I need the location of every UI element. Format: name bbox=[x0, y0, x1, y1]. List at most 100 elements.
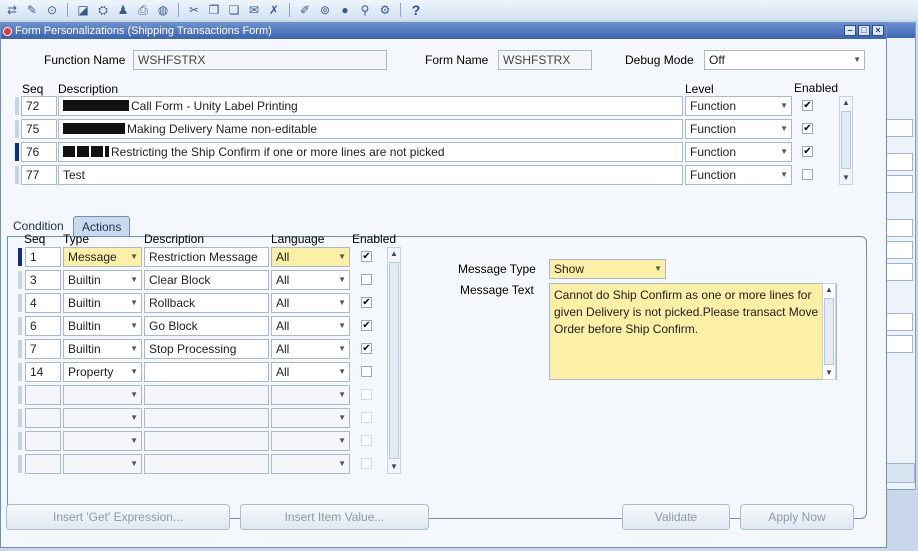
zoom-icon[interactable]: ⊚ bbox=[317, 3, 333, 17]
action-seq[interactable] bbox=[25, 454, 61, 474]
action-type-select[interactable]: Builtin ▼ bbox=[63, 270, 142, 290]
rule-seq[interactable]: 72 bbox=[21, 96, 57, 116]
edit-field-icon[interactable]: ✐ bbox=[297, 3, 313, 17]
action-seq[interactable]: 6 bbox=[25, 316, 61, 336]
close-form-icon[interactable]: ◍ bbox=[155, 3, 171, 17]
rule-level-select[interactable]: Function ▼ bbox=[685, 142, 792, 162]
find-icon[interactable]: ✎ bbox=[24, 3, 40, 17]
cut-icon[interactable]: ✂ bbox=[186, 3, 202, 17]
rule-description[interactable]: Call Form - Unity Label Printing bbox=[58, 96, 683, 116]
message-text-area[interactable]: Cannot do Ship Confirm as one or more li… bbox=[549, 283, 837, 380]
apply-now-button[interactable]: Apply Now bbox=[740, 504, 854, 530]
row-indicator[interactable] bbox=[18, 386, 22, 404]
message-type-select[interactable]: Show ▼ bbox=[549, 259, 666, 279]
form-name-field[interactable]: WSHFSTRX bbox=[498, 50, 592, 70]
action-description[interactable]: Go Block bbox=[144, 316, 269, 336]
action-enabled-checkbox[interactable]: ✔ bbox=[361, 297, 372, 308]
rule-seq[interactable]: 76 bbox=[21, 142, 57, 162]
actions-scrollbar[interactable]: ▲ ▼ bbox=[387, 247, 401, 474]
action-type-select[interactable]: Message ▼ bbox=[63, 247, 142, 267]
action-language-select[interactable]: All ▼ bbox=[271, 247, 350, 267]
action-enabled-checkbox[interactable] bbox=[361, 435, 372, 446]
action-type-select[interactable]: ▼ bbox=[63, 408, 142, 428]
new-record-icon[interactable]: ✉ bbox=[246, 3, 262, 17]
rule-enabled-checkbox[interactable]: ✔ bbox=[802, 146, 813, 157]
current-row-indicator[interactable] bbox=[18, 248, 22, 266]
rules-scrollbar[interactable]: ▲ ▼ bbox=[839, 96, 853, 185]
translations-icon[interactable]: ● bbox=[337, 3, 353, 17]
validate-button[interactable]: Validate bbox=[622, 504, 730, 530]
action-enabled-checkbox[interactable]: ✔ bbox=[361, 251, 372, 262]
action-language-select[interactable]: ▼ bbox=[271, 431, 350, 451]
action-language-select[interactable]: ▼ bbox=[271, 454, 350, 474]
minimize-icon[interactable]: – bbox=[844, 25, 856, 36]
action-description[interactable]: Rollback bbox=[144, 293, 269, 313]
save-icon[interactable]: ⛭ bbox=[95, 3, 111, 17]
rule-description[interactable]: Test bbox=[58, 165, 683, 185]
help-icon[interactable]: ? bbox=[408, 2, 424, 18]
scroll-down-icon[interactable]: ▼ bbox=[823, 367, 835, 379]
rule-level-select[interactable]: Function ▼ bbox=[685, 96, 792, 116]
open-folder-icon[interactable]: ◪ bbox=[75, 3, 91, 17]
action-type-select[interactable]: Builtin ▼ bbox=[63, 293, 142, 313]
rule-level-select[interactable]: Function ▼ bbox=[685, 119, 792, 139]
rule-enabled-checkbox[interactable]: ✔ bbox=[802, 123, 813, 134]
row-indicator[interactable] bbox=[18, 409, 22, 427]
row-indicator[interactable] bbox=[18, 363, 22, 381]
insert-get-expression-button[interactable]: Insert 'Get' Expression... bbox=[6, 504, 230, 530]
rule-description[interactable]: Restricting the Ship Confirm if one or m… bbox=[58, 142, 683, 162]
action-enabled-checkbox[interactable] bbox=[361, 389, 372, 400]
action-language-select[interactable]: All ▼ bbox=[271, 270, 350, 290]
close-icon[interactable]: × bbox=[872, 25, 884, 36]
action-description[interactable]: Restriction Message bbox=[144, 247, 269, 267]
scroll-down-icon[interactable]: ▼ bbox=[840, 172, 852, 184]
action-language-select[interactable]: All ▼ bbox=[271, 316, 350, 336]
action-seq[interactable]: 7 bbox=[25, 339, 61, 359]
row-indicator[interactable] bbox=[18, 317, 22, 335]
action-description[interactable]: Clear Block bbox=[144, 270, 269, 290]
action-enabled-checkbox[interactable] bbox=[361, 412, 372, 423]
action-language-select[interactable]: All ▼ bbox=[271, 339, 350, 359]
row-indicator[interactable] bbox=[15, 97, 19, 115]
copy-icon[interactable]: ❐ bbox=[206, 3, 222, 17]
action-language-select[interactable]: All ▼ bbox=[271, 362, 350, 382]
rule-enabled-checkbox[interactable] bbox=[802, 169, 813, 180]
new-icon[interactable]: ⇄ bbox=[4, 3, 20, 17]
current-row-indicator[interactable] bbox=[15, 143, 19, 161]
action-seq[interactable]: 3 bbox=[25, 270, 61, 290]
navigator-icon[interactable]: ⊙ bbox=[44, 3, 60, 17]
action-language-select[interactable]: ▼ bbox=[271, 408, 350, 428]
debug-mode-select[interactable]: Off ▼ bbox=[704, 50, 865, 70]
action-type-select[interactable]: Property ▼ bbox=[63, 362, 142, 382]
row-indicator[interactable] bbox=[15, 120, 19, 138]
delete-record-icon[interactable]: ✗ bbox=[266, 3, 282, 17]
insert-item-value-button[interactable]: Insert Item Value... bbox=[240, 504, 429, 530]
action-seq[interactable]: 4 bbox=[25, 293, 61, 313]
window-titlebar[interactable]: Form Personalizations (Shipping Transact… bbox=[1, 23, 886, 39]
action-type-select[interactable]: ▼ bbox=[63, 454, 142, 474]
scroll-thumb[interactable] bbox=[841, 111, 851, 169]
action-description[interactable] bbox=[144, 454, 269, 474]
action-type-select[interactable]: ▼ bbox=[63, 385, 142, 405]
attachments-icon[interactable]: ⚲ bbox=[357, 3, 373, 17]
action-description[interactable] bbox=[144, 431, 269, 451]
action-seq[interactable] bbox=[25, 385, 61, 405]
rule-enabled-checkbox[interactable]: ✔ bbox=[802, 100, 813, 111]
action-enabled-checkbox[interactable] bbox=[361, 458, 372, 469]
action-type-select[interactable]: Builtin ▼ bbox=[63, 339, 142, 359]
save-proceed-icon[interactable]: ♟ bbox=[115, 3, 131, 17]
action-seq[interactable]: 1 bbox=[25, 247, 61, 267]
action-seq[interactable] bbox=[25, 431, 61, 451]
rule-seq[interactable]: 75 bbox=[21, 119, 57, 139]
row-indicator[interactable] bbox=[18, 294, 22, 312]
row-indicator[interactable] bbox=[18, 340, 22, 358]
action-enabled-checkbox[interactable]: ✔ bbox=[361, 343, 372, 354]
action-description[interactable] bbox=[144, 385, 269, 405]
scroll-up-icon[interactable]: ▲ bbox=[840, 97, 852, 109]
scroll-up-icon[interactable]: ▲ bbox=[388, 248, 400, 260]
scroll-thumb[interactable] bbox=[389, 262, 399, 459]
action-type-select[interactable]: Builtin ▼ bbox=[63, 316, 142, 336]
rule-level-select[interactable]: Function ▼ bbox=[685, 165, 792, 185]
action-enabled-checkbox[interactable] bbox=[361, 366, 372, 377]
scroll-down-icon[interactable]: ▼ bbox=[388, 461, 400, 473]
